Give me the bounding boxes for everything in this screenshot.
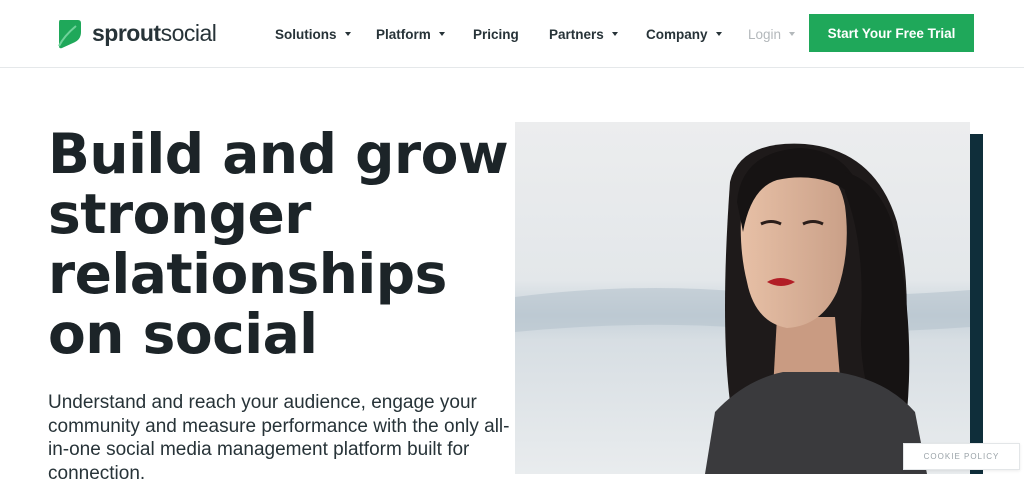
nav-pricing[interactable]: Pricing bbox=[473, 24, 519, 44]
cookie-policy-button[interactable]: COOKIE POLICY bbox=[903, 443, 1020, 470]
nav-partners[interactable]: Partners bbox=[549, 24, 618, 44]
nav-partners-label: Partners bbox=[549, 26, 604, 42]
caret-down-icon bbox=[789, 32, 796, 36]
sprout-leaf-icon bbox=[58, 19, 81, 48]
nav-login-label: Login bbox=[748, 26, 782, 42]
start-free-trial-button[interactable]: Start Your Free Trial bbox=[809, 14, 974, 52]
nav-login[interactable]: Login bbox=[748, 24, 796, 44]
brand-name: sproutsocial bbox=[92, 19, 217, 47]
brand-name-light: social bbox=[160, 19, 217, 46]
hero-photo bbox=[515, 122, 970, 474]
nav-platform-label: Platform bbox=[376, 26, 431, 42]
nav-solutions-label: Solutions bbox=[275, 26, 337, 42]
hero-headline: Build and grow stronger relationships on… bbox=[48, 122, 509, 366]
sprout-social-logo[interactable]: sproutsocial bbox=[56, 17, 217, 49]
nav-company-label: Company bbox=[646, 26, 708, 42]
caret-down-icon bbox=[611, 32, 618, 36]
site-header: sproutsocial Solutions Platform Pricing … bbox=[0, 0, 1024, 68]
woman-portrait-image bbox=[515, 122, 970, 474]
caret-down-icon bbox=[715, 32, 722, 36]
nav-solutions[interactable]: Solutions bbox=[275, 24, 351, 44]
nav-pricing-label: Pricing bbox=[473, 26, 519, 42]
caret-down-icon bbox=[344, 32, 351, 36]
caret-down-icon bbox=[438, 32, 445, 36]
hero-subcopy: Understand and reach your audience, enga… bbox=[48, 392, 510, 484]
nav-platform[interactable]: Platform bbox=[376, 24, 445, 44]
hero-accent-bar bbox=[969, 134, 983, 474]
brand-name-bold: sprout bbox=[92, 19, 161, 46]
nav-company[interactable]: Company bbox=[646, 24, 722, 44]
